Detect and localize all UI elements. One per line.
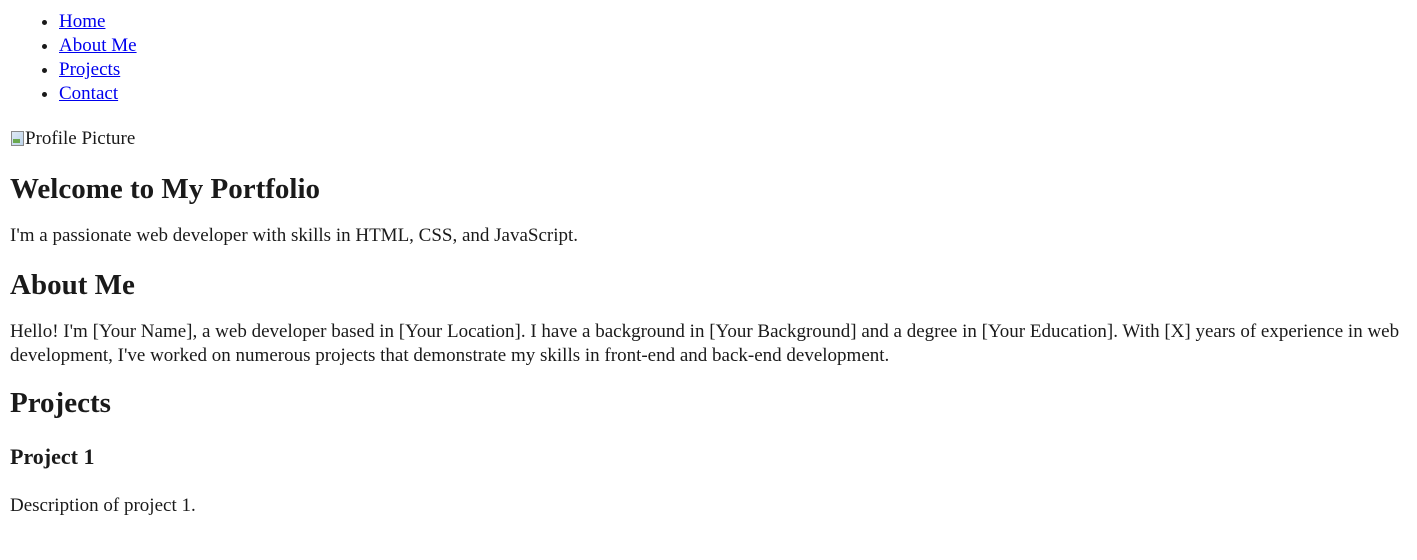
project-card: Project 1 Description of project 1. bbox=[10, 443, 1407, 518]
nav-item-about: About Me bbox=[59, 34, 1407, 58]
hero-section: Welcome to My Portfolio I'm a passionate… bbox=[10, 171, 1407, 248]
projects-title: Projects bbox=[10, 387, 111, 419]
nav-link-projects[interactable]: Projects bbox=[59, 59, 120, 80]
nav-item-contact: Contact bbox=[59, 82, 1407, 106]
about-section: About Me Hello! I'm [Your Name], a web d… bbox=[10, 267, 1407, 368]
profile-picture-alt-text: Profile Picture bbox=[25, 128, 136, 149]
nav-item-home: Home bbox=[59, 10, 1407, 34]
page: Home About Me Projects Contact Profile P… bbox=[0, 10, 1417, 518]
hero-title: Welcome to My Portfolio bbox=[10, 173, 321, 205]
project-description: Description of project 1. bbox=[10, 495, 196, 516]
about-title: About Me bbox=[10, 269, 135, 301]
nav-link-about[interactable]: About Me bbox=[59, 35, 137, 56]
nav-list: Home About Me Projects Contact bbox=[10, 10, 1407, 106]
nav-link-home[interactable]: Home bbox=[59, 11, 105, 32]
about-text: Hello! I'm [Your Name], a web developer … bbox=[10, 321, 1400, 366]
hero-text: I'm a passionate web developer with skil… bbox=[10, 225, 579, 246]
broken-image-icon bbox=[10, 130, 24, 146]
projects-section: Projects Project 1 Description of projec… bbox=[10, 385, 1407, 518]
profile-picture: Profile Picture bbox=[10, 127, 1407, 151]
project-title: Project 1 bbox=[10, 444, 95, 469]
main-nav: Home About Me Projects Contact bbox=[10, 10, 1407, 106]
nav-link-contact[interactable]: Contact bbox=[59, 83, 118, 104]
nav-item-projects: Projects bbox=[59, 58, 1407, 82]
